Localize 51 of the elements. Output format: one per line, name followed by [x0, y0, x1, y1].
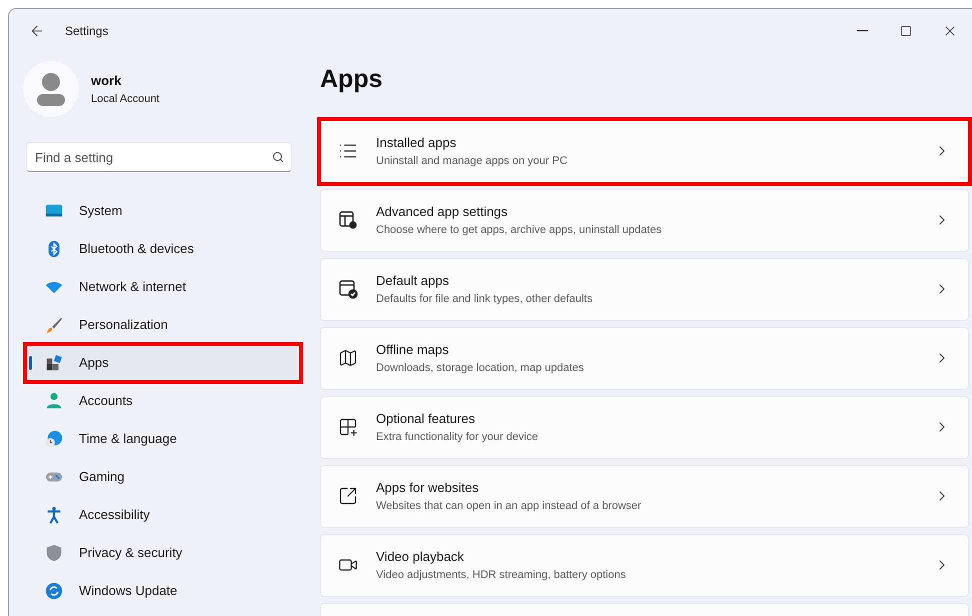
settings-card[interactable]: Advanced app settings Choose where to get apps, archive apps, uninstall updates — [320, 188, 969, 252]
card-subtitle: Choose where to get apps, archive apps, uninstall updates — [376, 222, 663, 238]
nav-item[interactable]: Bluetooth & devices — [25, 230, 301, 268]
account-name: work — [91, 72, 122, 90]
settings-card[interactable]: Default apps Defaults for file and link types, other defaults — [320, 258, 969, 320]
page-title: Apps — [320, 64, 384, 95]
person-icon — [45, 392, 63, 410]
shield-icon — [45, 544, 63, 562]
nav-item[interactable]: Windows Update — [25, 572, 301, 610]
external-link-icon — [338, 486, 358, 506]
sync-icon — [45, 582, 63, 600]
grid-plus-icon — [338, 417, 358, 437]
card-subtitle: Extra functionality for your device — [376, 430, 540, 444]
card-subtitle: Uninstall and manage apps on your PC — [376, 154, 568, 168]
globe-clock-icon — [45, 430, 63, 448]
nav-item[interactable]: Personalization — [25, 306, 301, 344]
card-subtitle: Websites that can open in an app instead of a browser — [376, 498, 642, 514]
paintbrush-icon — [45, 316, 63, 334]
card-subtitle: Defaults for file and link types, other defaults — [376, 292, 594, 306]
card-title: Advanced app settings — [376, 203, 509, 221]
back-icon — [29, 23, 45, 39]
settings-card[interactable]: Offline maps Downloads, storage location, map updates — [320, 326, 969, 390]
nav-item[interactable]: Network & internet — [25, 268, 301, 306]
nav-item[interactable]: Accessibility — [25, 496, 301, 534]
settings-card[interactable]: Optional features Extra functionality for your device — [320, 396, 969, 458]
search-field[interactable]: Find a setting — [26, 142, 292, 172]
minimize-icon — [856, 30, 868, 32]
apps-icon — [45, 354, 63, 372]
card-title: Default apps — [376, 272, 450, 290]
nav-item[interactable]: Apps — [25, 344, 301, 382]
card-title: Optional features — [376, 410, 476, 428]
window-title: Settings — [65, 23, 108, 40]
card-title: Apps for websites — [376, 479, 480, 497]
card-title: Video playback — [376, 548, 465, 566]
nav-item[interactable]: Accounts — [25, 382, 301, 420]
nav-item[interactable]: Privacy & security — [25, 534, 301, 572]
search-icon — [272, 151, 284, 163]
nav-item[interactable]: System — [25, 192, 301, 230]
nav-item[interactable]: Gaming — [25, 458, 301, 496]
card-title: Offline maps — [376, 341, 450, 359]
settings-card[interactable]: Video playback Video adjustments, HDR streaming, battery options — [320, 534, 969, 596]
nav-item[interactable]: Time & language — [25, 420, 301, 458]
card-subtitle: Downloads, storage location, map updates — [376, 360, 585, 376]
card-title: Installed apps — [376, 134, 458, 152]
window-check-icon — [338, 279, 358, 299]
map-icon — [338, 348, 358, 368]
account-type: Local Account — [91, 92, 160, 106]
settings-card[interactable]: Apps for websites Websites that can open in an app instead of a browser — [320, 464, 969, 528]
accessibility-icon — [45, 506, 63, 524]
card-subtitle: Video adjustments, HDR streaming, battery options — [376, 568, 627, 582]
maximize-icon — [900, 25, 912, 37]
